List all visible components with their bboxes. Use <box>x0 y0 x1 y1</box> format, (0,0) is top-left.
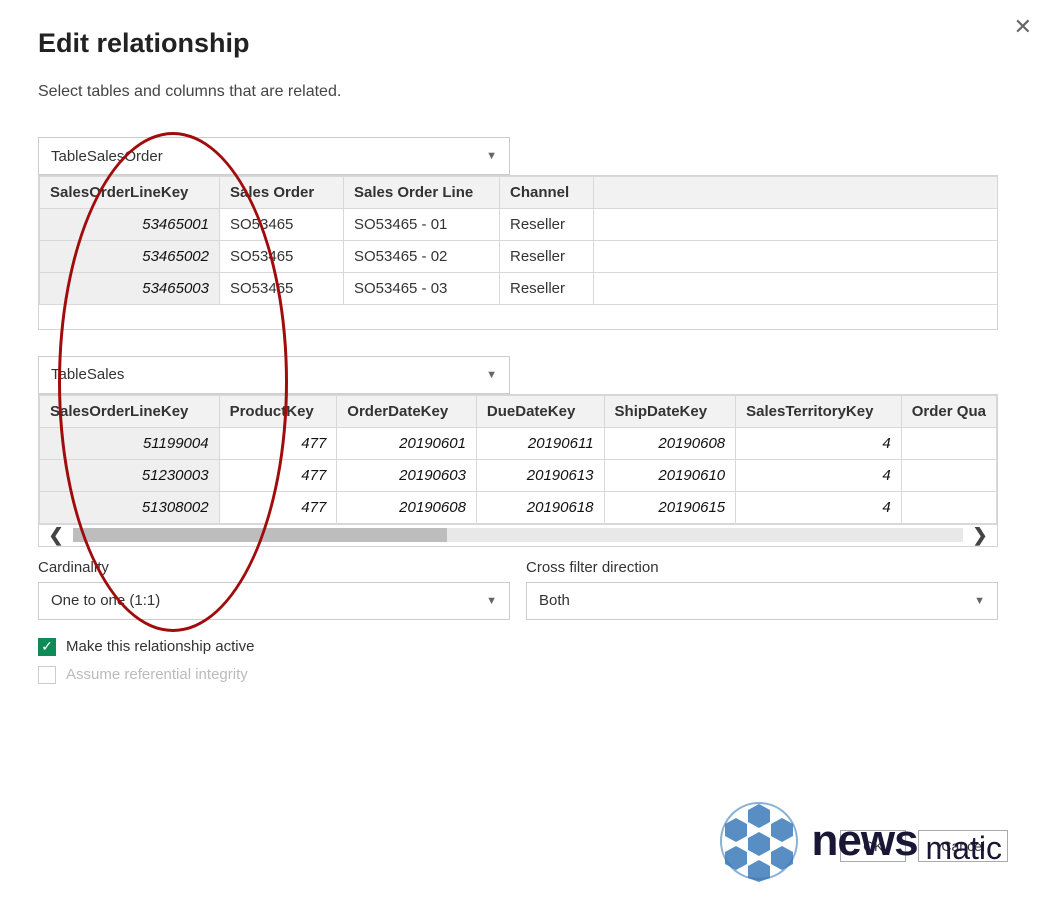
scroll-track[interactable] <box>73 528 963 542</box>
table-row[interactable]: 51230003 477 20190603 20190613 20190610 … <box>40 459 997 491</box>
horizontal-scrollbar[interactable]: ❮ ❯ <box>39 524 997 546</box>
cardinality-value: One to one (1:1) <box>51 592 160 609</box>
col-header[interactable]: ShipDateKey <box>604 395 736 427</box>
scroll-left-icon[interactable]: ❮ <box>39 525 73 546</box>
col-header[interactable]: ProductKey <box>219 395 337 427</box>
crossfilter-select[interactable]: Both ▼ <box>526 582 998 620</box>
col-header[interactable]: Sales Order Line <box>344 177 500 209</box>
col-header[interactable]: Sales Order <box>220 177 344 209</box>
cardinality-label: Cardinality <box>38 559 510 576</box>
referential-checkbox-row: Assume referential integrity <box>38 666 1018 684</box>
col-header[interactable]: DueDateKey <box>476 395 604 427</box>
table-row[interactable]: 51308002 477 20190608 20190618 20190615 … <box>40 491 997 523</box>
chevron-down-icon: ▼ <box>486 150 497 162</box>
table2-preview: SalesOrderLineKey ProductKey OrderDateKe… <box>38 394 998 547</box>
crossfilter-value: Both <box>539 592 570 609</box>
checkbox-unchecked-icon <box>38 666 56 684</box>
table1-select-value: TableSalesOrder <box>51 148 163 165</box>
col-header[interactable]: OrderDateKey <box>337 395 477 427</box>
col-header[interactable]: SalesOrderLineKey <box>40 177 220 209</box>
col-header[interactable]: SalesTerritoryKey <box>736 395 902 427</box>
cardinality-select[interactable]: One to one (1:1) ▼ <box>38 582 510 620</box>
close-icon[interactable]: ✕ <box>1014 14 1032 40</box>
table1-select[interactable]: TableSalesOrder ▼ <box>38 137 510 175</box>
col-header-empty <box>594 177 999 209</box>
ok-button[interactable]: OK <box>840 830 906 862</box>
table-row[interactable]: 51199004 477 20190601 20190611 20190608 … <box>40 427 997 459</box>
logo-graphic-icon <box>716 800 802 882</box>
dialog-title: Edit relationship <box>38 28 1018 59</box>
col-header[interactable]: SalesOrderLineKey <box>40 395 220 427</box>
checkbox-checked-icon[interactable]: ✓ <box>38 638 56 656</box>
col-header[interactable]: Order Qua <box>901 395 996 427</box>
chevron-down-icon: ▼ <box>974 595 985 607</box>
chevron-down-icon: ▼ <box>486 369 497 381</box>
cancel-button[interactable]: Cancel <box>918 830 1008 862</box>
table2-select[interactable]: TableSales ▼ <box>38 356 510 394</box>
active-checkbox-label: Make this relationship active <box>66 638 254 655</box>
table2-select-value: TableSales <box>51 366 124 383</box>
table-row[interactable]: 53465003 SO53465 SO53465 - 03 Reseller <box>40 273 999 305</box>
table1-preview: SalesOrderLineKey Sales Order Sales Orde… <box>38 175 998 330</box>
active-checkbox-row[interactable]: ✓ Make this relationship active <box>38 638 1018 656</box>
table-row[interactable]: 53465002 SO53465 SO53465 - 02 Reseller <box>40 241 999 273</box>
col-header[interactable]: Channel <box>500 177 594 209</box>
dialog-description: Select tables and columns that are relat… <box>38 83 1018 101</box>
table-header-row: SalesOrderLineKey Sales Order Sales Orde… <box>40 177 999 209</box>
referential-checkbox-label: Assume referential integrity <box>66 666 248 683</box>
crossfilter-label: Cross filter direction <box>526 559 998 576</box>
table-row[interactable]: 53465001 SO53465 SO53465 - 01 Reseller <box>40 209 999 241</box>
scroll-thumb[interactable] <box>73 528 447 542</box>
chevron-down-icon: ▼ <box>486 595 497 607</box>
scroll-right-icon[interactable]: ❯ <box>963 525 997 546</box>
table-header-row: SalesOrderLineKey ProductKey OrderDateKe… <box>40 395 997 427</box>
